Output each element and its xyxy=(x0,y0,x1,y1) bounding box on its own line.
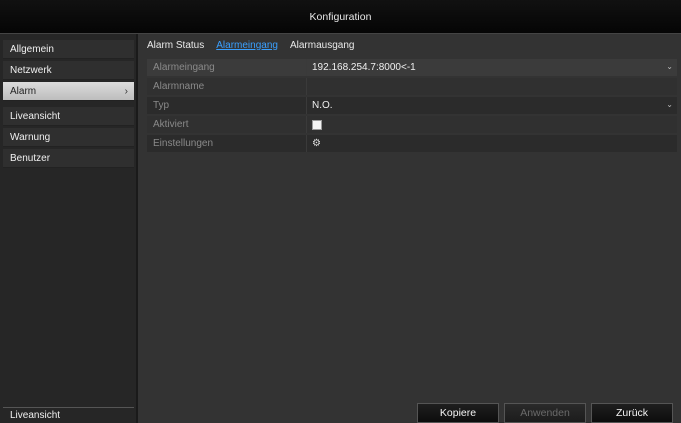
sidebar-item-label: Liveansicht xyxy=(10,110,61,122)
alarm-input-select[interactable]: 192.168.254.7:8000<-1 ⌄ xyxy=(306,59,677,76)
window-title: Konfiguration xyxy=(0,0,681,34)
enabled-label: Aktiviert xyxy=(147,116,306,133)
gear-icon[interactable]: ⚙ xyxy=(312,138,321,149)
sidebar-item-label: Alarm xyxy=(10,85,37,97)
sidebar-item-warnung[interactable]: Warnung xyxy=(3,128,134,147)
alarm-input-row: Alarmeingang 192.168.254.7:8000<-1 ⌄ xyxy=(147,59,677,76)
back-button[interactable]: Zurück xyxy=(591,403,673,423)
sidebar-item-label: Warnung xyxy=(10,131,51,143)
sidebar-item-allgemein[interactable]: Allgemein xyxy=(3,40,134,59)
enabled-checkbox[interactable] xyxy=(312,119,322,130)
configuration-window: Konfiguration Allgemein Netzwerk Alarm › … xyxy=(0,0,681,423)
tab-alarm-status[interactable]: Alarm Status xyxy=(147,40,204,51)
alarm-name-row: Alarmname xyxy=(147,78,677,95)
alarm-input-value: 192.168.254.7:8000<-1 xyxy=(312,62,416,73)
enabled-cell xyxy=(306,116,677,133)
alarm-input-label: Alarmeingang xyxy=(147,59,306,76)
tab-alarmausgang[interactable]: Alarmausgang xyxy=(290,40,354,51)
type-row: Typ N.O. ⌄ xyxy=(147,97,677,114)
chevron-down-icon: ⌄ xyxy=(666,100,673,109)
type-select[interactable]: N.O. ⌄ xyxy=(306,97,677,114)
settings-row: Einstellungen ⚙ xyxy=(147,135,677,152)
enabled-row: Aktiviert xyxy=(147,116,677,133)
chevron-right-icon: › xyxy=(124,86,128,97)
copy-button[interactable]: Kopiere xyxy=(417,403,499,423)
settings-cell: ⚙ xyxy=(306,135,677,152)
alarm-name-label: Alarmname xyxy=(147,78,306,95)
settings-label: Einstellungen xyxy=(147,135,306,152)
tab-bar: Alarm Status Alarmeingang Alarmausgang xyxy=(147,36,366,54)
type-label: Typ xyxy=(147,97,306,114)
sidebar-item-liveansicht[interactable]: Liveansicht xyxy=(3,107,134,126)
sidebar-item-label: Netzwerk xyxy=(10,64,52,76)
sidebar-item-label: Benutzer xyxy=(10,152,51,164)
sidebar: Allgemein Netzwerk Alarm › Liveansicht Wa… xyxy=(0,34,138,423)
alarm-name-field[interactable] xyxy=(306,78,677,95)
chevron-down-icon: ⌄ xyxy=(666,62,673,71)
sidebar-item-benutzer[interactable]: Benutzer xyxy=(3,149,134,168)
sidebar-item-label: Allgemein xyxy=(10,43,54,55)
tab-alarmeingang[interactable]: Alarmeingang xyxy=(216,40,278,51)
type-value: N.O. xyxy=(312,100,333,111)
sidebar-item-alarm[interactable]: Alarm › xyxy=(3,82,134,101)
apply-button[interactable]: Anwenden xyxy=(504,403,586,423)
liveansicht-button[interactable]: Liveansicht xyxy=(3,407,134,423)
sidebar-item-netzwerk[interactable]: Netzwerk xyxy=(3,61,134,80)
